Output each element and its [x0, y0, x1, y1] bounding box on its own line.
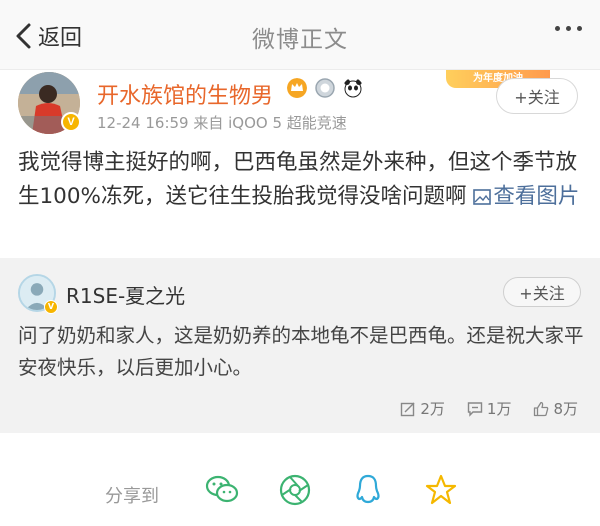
- repost-stats: 2万 1万 8万: [400, 398, 578, 419]
- repost-follow-button[interactable]: +关注: [503, 277, 581, 307]
- comment-count-button[interactable]: 1万: [467, 398, 512, 419]
- wechat-icon[interactable]: [205, 473, 239, 507]
- repost-icon: [401, 402, 415, 416]
- moments-icon[interactable]: [278, 473, 312, 507]
- user-badges: [287, 78, 363, 98]
- repost-count: 2万: [420, 400, 445, 418]
- more-options-icon[interactable]: [555, 26, 582, 31]
- repost-author-name[interactable]: R1SE-夏之光: [66, 280, 185, 309]
- verified-badge-icon: V: [61, 112, 81, 132]
- post-body: 我觉得博主挺好的啊，巴西龟虽然是外来种，但这个季节放生100%冻死，送它往生投胎…: [18, 146, 586, 214]
- repost-card[interactable]: V R1SE-夏之光 +关注 问了奶奶和家人，这是奶奶养的本地龟不是巴西龟。还是…: [0, 258, 600, 433]
- post-meta: 12-24 16:59 来自 iQOO 5 超能竞速: [97, 114, 347, 132]
- page-title: 微博正文: [252, 27, 348, 53]
- panda-badge-icon: [344, 79, 362, 98]
- qq-icon[interactable]: [351, 473, 385, 507]
- like-count-button[interactable]: 8万: [533, 398, 578, 419]
- image-icon: [473, 189, 492, 205]
- qzone-icon[interactable]: [424, 473, 458, 507]
- thumbs-up-icon: [534, 401, 549, 416]
- repost-verified-badge-icon: V: [44, 300, 58, 314]
- like-count: 8万: [553, 400, 578, 418]
- comment-icon: [467, 401, 483, 417]
- repost-count-button[interactable]: 2万: [400, 398, 445, 419]
- comment-count: 1万: [486, 400, 512, 418]
- medal-badge-icon: [315, 78, 335, 98]
- share-label: 分享到: [105, 486, 159, 507]
- view-image-link[interactable]: 查看图片: [473, 184, 579, 209]
- crown-badge-icon: [287, 78, 307, 98]
- nav-bar: 返回 微博正文: [0, 0, 600, 70]
- share-targets: [205, 473, 458, 507]
- author-name[interactable]: 开水族馆的生物男: [97, 78, 273, 110]
- repost-text: 问了奶奶和家人，这是奶奶养的本地龟不是巴西龟。还是祝大家平安夜快乐，以后更加小心…: [18, 324, 584, 379]
- view-image-label: 查看图片: [493, 184, 580, 209]
- follow-button[interactable]: +关注: [496, 78, 578, 114]
